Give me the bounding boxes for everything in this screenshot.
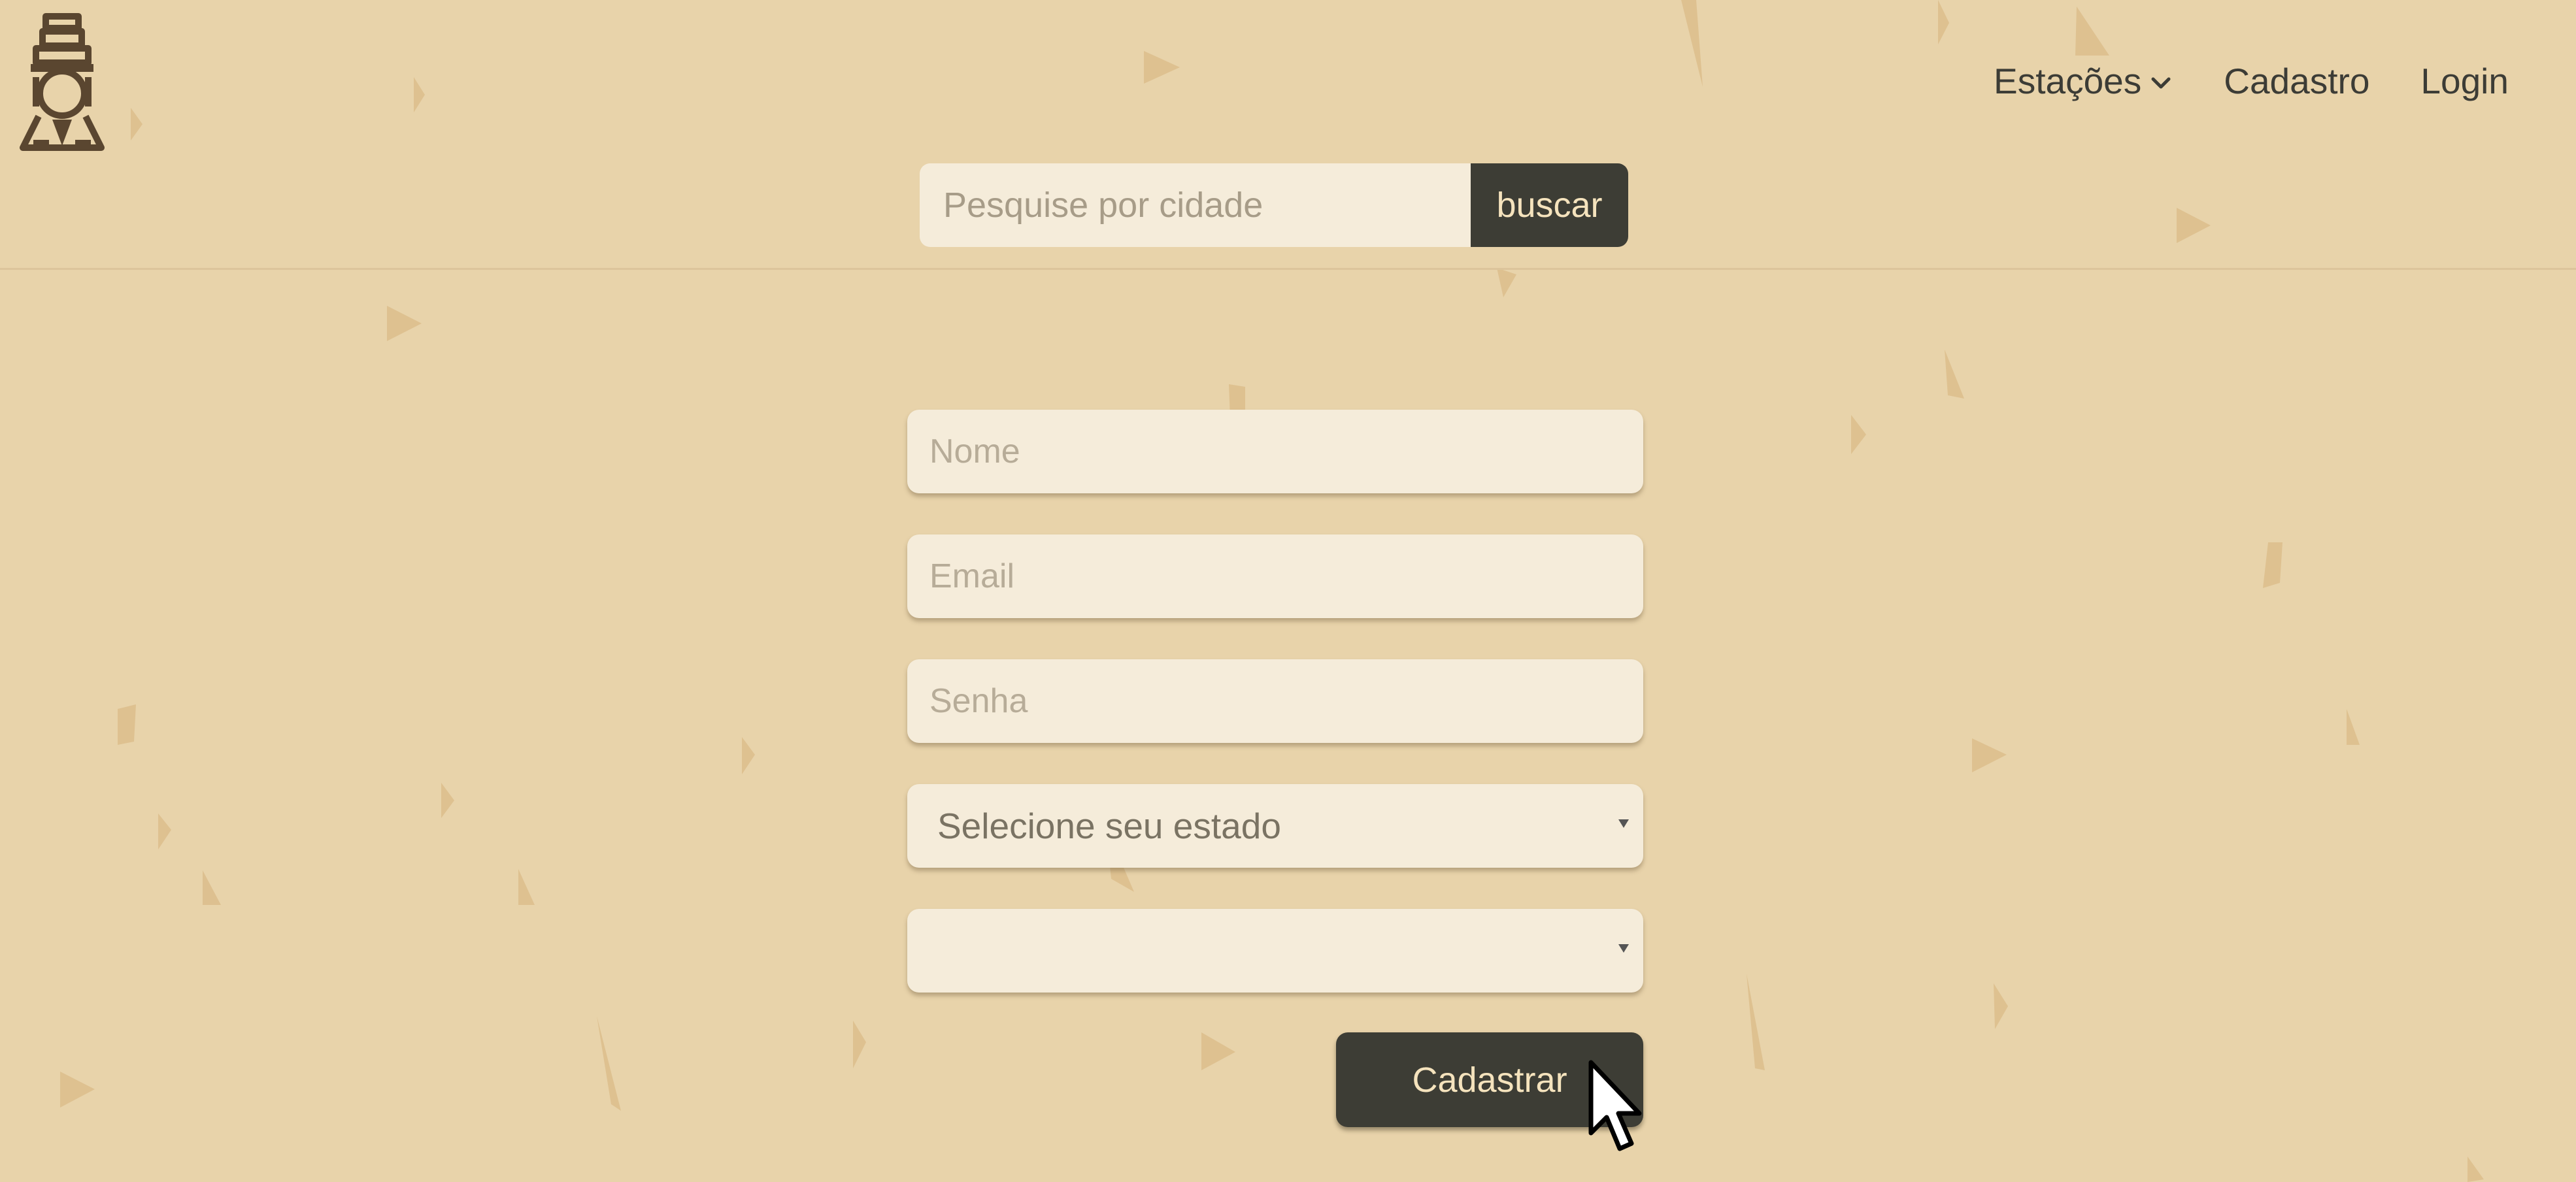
submit-row: Cadastrar [907,1032,1643,1128]
search-button[interactable]: buscar [1471,163,1628,247]
header: Estações Cadastro Login buscar [0,0,2576,270]
nav-item-estacoes[interactable]: Estações [1994,57,2173,105]
nav-item-label: Estações [1994,61,2142,101]
dropdown-arrow-icon [1618,944,1629,953]
email-field[interactable] [907,534,1643,618]
nav-item-cadastro[interactable]: Cadastro [2224,57,2369,105]
nav-item-label: Login [2420,61,2509,101]
dropdown-arrow-icon [1618,819,1629,828]
city-search-input[interactable] [920,163,1471,247]
signup-form: Selecione seu estado Cadastrar [907,410,1643,1128]
main-nav: Estações Cadastro Login [1994,57,2509,105]
mouse-pointer-icon [1588,1060,1642,1151]
state-select-value: Selecione seu estado [937,806,1281,846]
chevron-down-icon [2151,77,2171,89]
city-select[interactable] [907,909,1643,993]
nav-item-label: Cadastro [2224,61,2370,101]
state-select[interactable]: Selecione seu estado [907,784,1643,868]
name-field[interactable] [907,410,1643,493]
city-search: buscar [920,163,1628,247]
locomotive-icon[interactable] [16,12,108,157]
password-field[interactable] [907,659,1643,743]
nav-item-login[interactable]: Login [2420,57,2509,105]
